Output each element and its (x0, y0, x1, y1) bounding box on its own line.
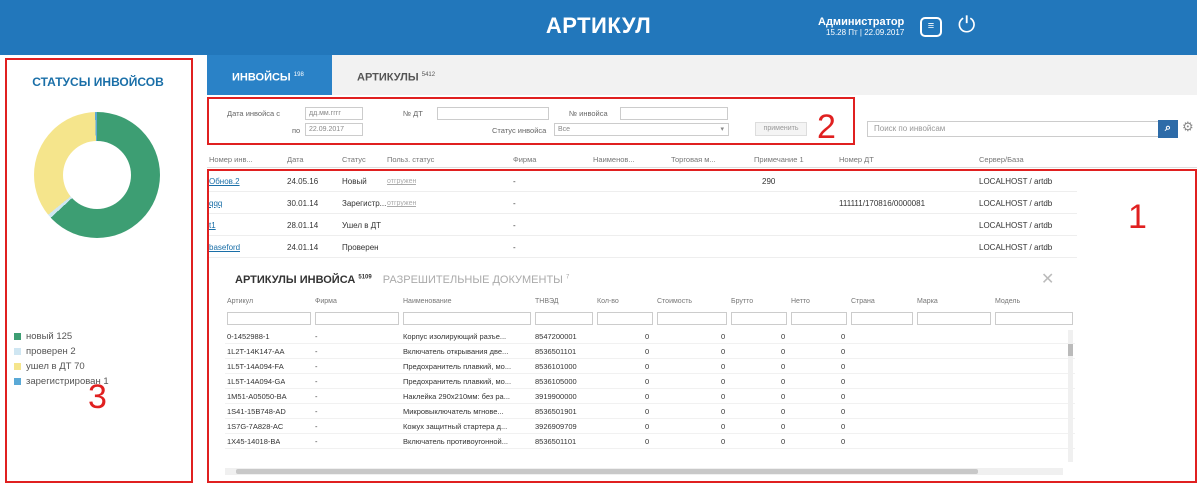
power-icon[interactable]: ⏻ (958, 12, 975, 38)
user-info[interactable]: Администратор 15.28 Пт | 22.09.2017 (818, 16, 904, 37)
main-tabs: ИНВОЙСЫ 198 АРТИКУЛЫ 5412 (207, 55, 1197, 95)
tab-articles[interactable]: АРТИКУЛЫ 5412 (357, 55, 435, 95)
top-bar: АРТИКУЛ Администратор 15.28 Пт | 22.09.2… (0, 0, 1197, 55)
annotation-box-3 (5, 58, 193, 483)
gear-icon[interactable]: ⚙ (1182, 119, 1194, 135)
column-header[interactable]: Статус (342, 151, 382, 168)
column-header[interactable]: Дата (287, 151, 327, 168)
column-header[interactable]: Номер ДТ (839, 151, 899, 168)
column-header[interactable]: Польз. статус (387, 151, 447, 168)
search-input[interactable]: Поиск по инвойсам (867, 121, 1177, 137)
invoices-table-header: Номер инв... Дата Статус Польз. статус Ф… (207, 151, 1197, 168)
app-title: АРТИКУЛ (545, 13, 652, 38)
datetime: 15.28 Пт | 22.09.2017 (826, 28, 905, 37)
user-name: Администратор (818, 16, 905, 28)
column-header[interactable]: Примечание 1 (754, 151, 824, 168)
column-header[interactable]: Сервер/База (979, 151, 1039, 168)
registry-icon[interactable]: ≡ (920, 17, 942, 37)
annotation-label-1: 1 (1128, 198, 1147, 236)
search-button[interactable]: ⌕ (1158, 120, 1178, 138)
column-header[interactable]: Наименов... (593, 151, 653, 168)
column-header[interactable]: Торговая м... (671, 151, 741, 168)
search-icon: ⌕ (1164, 122, 1172, 134)
column-header[interactable]: Фирма (513, 151, 553, 168)
annotation-label-2: 2 (817, 108, 836, 146)
annotation-label-3: 3 (88, 378, 107, 416)
column-header[interactable]: Номер инв... (209, 151, 267, 168)
tab-invoices[interactable]: ИНВОЙСЫ 198 (207, 55, 332, 95)
annotation-box-2 (207, 97, 855, 145)
annotation-box-1 (207, 169, 1197, 483)
